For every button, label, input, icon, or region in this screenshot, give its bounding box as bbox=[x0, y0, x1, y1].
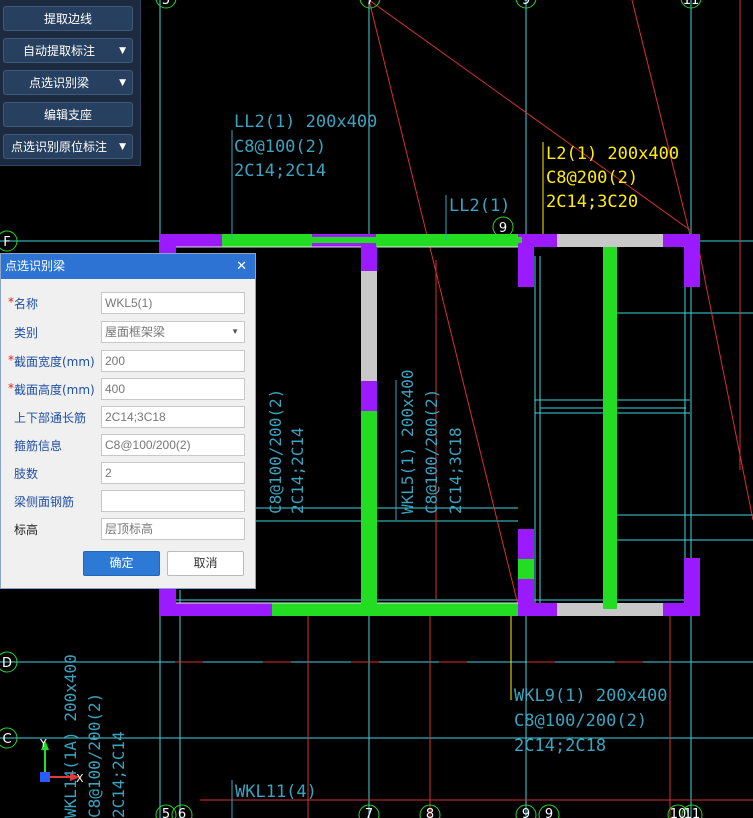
button-label: 自动提取标注 bbox=[22, 44, 95, 58]
through-bars-input[interactable]: 2C14;3C18 bbox=[101, 406, 245, 428]
svg-text:2C14;3C20: 2C14;3C20 bbox=[546, 192, 638, 212]
field-row-width: * 截面宽度(mm) 200 bbox=[1, 350, 257, 372]
wkl5-annotation: WKL5(1) 200x400 C8@100/200(2) 2C14;3C18 bbox=[395, 370, 465, 520]
pick-identify-original-annotation-button[interactable]: 点选识别原位标注 ▼ bbox=[3, 134, 133, 159]
wkl9-annotation: WKL9(1) 200x400 C8@100/200(2) 2C14;2C18 bbox=[510, 616, 668, 756]
cancel-button[interactable]: 取消 bbox=[167, 551, 244, 576]
field-label: 箍筋信息 bbox=[14, 439, 63, 453]
svg-text:F: F bbox=[3, 235, 10, 250]
svg-text:D: D bbox=[2, 656, 12, 671]
svg-text:WKL9(1) 200x400: WKL9(1) 200x400 bbox=[514, 686, 668, 706]
field-label: 截面宽度(mm) bbox=[14, 355, 95, 369]
field-row-through-bars: 上下部通长筋 2C14;3C18 bbox=[1, 406, 257, 428]
field-row-legs: 肢数 2 bbox=[1, 462, 257, 484]
svg-text:2C14;2C18: 2C14;2C18 bbox=[514, 736, 606, 756]
svg-text:C8@100(2): C8@100(2) bbox=[234, 137, 326, 157]
pick-identify-beam-dialog: 点选识别梁 ✕ * 名称 WKL5(1) 类别 屋面框架梁 ▼ * 截面宽度(m… bbox=[0, 253, 256, 589]
svg-text:9: 9 bbox=[522, 807, 530, 818]
close-icon[interactable]: ✕ bbox=[236, 254, 247, 279]
section-height-input[interactable]: 400 bbox=[101, 378, 245, 400]
field-label: 标高 bbox=[14, 523, 39, 537]
auto-extract-annotation-button[interactable]: 自动提取标注 ▼ bbox=[3, 38, 133, 63]
field-label: 上下部通长筋 bbox=[14, 411, 87, 425]
svg-text:C: C bbox=[2, 732, 11, 747]
svg-text:C8@100/200(2): C8@100/200(2) bbox=[514, 711, 647, 731]
svg-text:7: 7 bbox=[366, 0, 374, 8]
dropdown-arrow-icon[interactable]: ▼ bbox=[119, 71, 126, 96]
svg-text:C8@100/200(2): C8@100/200(2) bbox=[85, 693, 104, 818]
name-input[interactable]: WKL5(1) bbox=[101, 292, 245, 314]
svg-text:2C14;3C18: 2C14;3C18 bbox=[446, 427, 465, 514]
ll2-beam bbox=[222, 237, 522, 243]
button-label: 点选识别原位标注 bbox=[10, 140, 107, 154]
field-label: 肢数 bbox=[14, 467, 39, 481]
svg-text:2C14;2C14: 2C14;2C14 bbox=[288, 427, 307, 514]
svg-text:11: 11 bbox=[683, 0, 700, 8]
side-bars-input[interactable] bbox=[101, 490, 245, 512]
svg-text:9: 9 bbox=[545, 807, 553, 818]
l2-annotation: L2(1) 200x400 C8@200(2) 2C14;3C20 bbox=[542, 142, 679, 234]
category-select-value: 屋面框架梁 bbox=[105, 325, 166, 339]
field-label: 类别 bbox=[14, 326, 39, 340]
field-row-elevation: 标高 层顶标高 bbox=[1, 518, 257, 540]
stirrup-input[interactable]: C8@100/200(2) bbox=[101, 434, 245, 456]
field-row-name: * 名称 WKL5(1) bbox=[1, 292, 257, 314]
button-label: 编辑支座 bbox=[43, 108, 92, 122]
tool-panel: 提取边线 自动提取标注 ▼ 点选识别梁 ▼ 编辑支座 点选识别原位标注 ▼ bbox=[0, 0, 141, 166]
field-label: 截面高度(mm) bbox=[14, 383, 95, 397]
ll2-annotation-a: LL2(1) 200x400 C8@100(2) 2C14;2C14 bbox=[231, 112, 377, 240]
field-row-height: * 截面高度(mm) 400 bbox=[1, 378, 257, 400]
svg-text:WKL14(1A) 200x400: WKL14(1A) 200x400 bbox=[61, 654, 80, 818]
svg-text:8: 8 bbox=[426, 807, 434, 818]
field-row-side-bars: 梁侧面钢筋 bbox=[1, 490, 257, 512]
svg-text:X: X bbox=[76, 772, 84, 785]
extract-edges-button[interactable]: 提取边线 bbox=[3, 6, 133, 31]
svg-text:6: 6 bbox=[178, 807, 186, 818]
chevron-down-icon: ▼ bbox=[231, 327, 239, 336]
button-label: 点选识别梁 bbox=[28, 76, 89, 90]
svg-text:Y: Y bbox=[39, 737, 47, 750]
field-row-category: 类别 屋面框架梁 ▼ bbox=[1, 321, 257, 343]
svg-text:7: 7 bbox=[365, 807, 373, 818]
svg-text:2C14;2C14: 2C14;2C14 bbox=[109, 731, 128, 818]
svg-text:C8@200(2): C8@200(2) bbox=[546, 168, 638, 188]
dropdown-arrow-icon[interactable]: ▼ bbox=[119, 39, 126, 64]
svg-text:C8@100/200(2): C8@100/200(2) bbox=[422, 389, 441, 514]
svg-text:WKL5(1) 200x400: WKL5(1) 200x400 bbox=[398, 370, 417, 515]
pick-identify-beam-button[interactable]: 点选识别梁 ▼ bbox=[3, 70, 133, 95]
category-select[interactable]: 屋面框架梁 ▼ bbox=[101, 321, 245, 343]
button-label: 提取边线 bbox=[43, 12, 92, 26]
dropdown-arrow-icon[interactable]: ▼ bbox=[119, 135, 126, 160]
wkl14-annotation: WKL14(1A) 200x400 C8@100/200(2) 2C14;2C1… bbox=[61, 654, 128, 818]
edit-support-button[interactable]: 编辑支座 bbox=[3, 102, 133, 127]
svg-text:9: 9 bbox=[499, 221, 507, 236]
ok-button[interactable]: 确定 bbox=[83, 551, 160, 576]
field-row-stirrup: 箍筋信息 C8@100/200(2) bbox=[1, 434, 257, 456]
section-width-input[interactable]: 200 bbox=[101, 350, 245, 372]
wkl11-annotation: WKL11(4) bbox=[231, 780, 317, 818]
legs-input[interactable]: 2 bbox=[101, 462, 245, 484]
dialog-title: 点选识别梁 bbox=[5, 259, 66, 273]
field-label: 梁侧面钢筋 bbox=[14, 495, 75, 509]
svg-text:C8@100/200(2): C8@100/200(2) bbox=[266, 389, 285, 514]
left-rotated-annotation: C8@100/200(2) 2C14;2C14 bbox=[266, 389, 307, 514]
svg-text:WKL11(4): WKL11(4) bbox=[235, 782, 317, 802]
svg-text:5: 5 bbox=[162, 0, 170, 8]
svg-text:9: 9 bbox=[522, 0, 530, 8]
field-label: 名称 bbox=[14, 297, 39, 311]
svg-text:2C14;2C14: 2C14;2C14 bbox=[234, 161, 326, 181]
dialog-header[interactable]: 点选识别梁 ✕ bbox=[1, 254, 255, 279]
svg-text:LL2(1): LL2(1) bbox=[449, 196, 510, 216]
elevation-input[interactable]: 层顶标高 bbox=[101, 518, 245, 540]
svg-text:11: 11 bbox=[684, 807, 701, 818]
svg-text:L2(1) 200x400: L2(1) 200x400 bbox=[546, 144, 679, 164]
svg-text:LL2(1) 200x400: LL2(1) 200x400 bbox=[234, 112, 377, 132]
svg-text:5: 5 bbox=[162, 807, 170, 818]
